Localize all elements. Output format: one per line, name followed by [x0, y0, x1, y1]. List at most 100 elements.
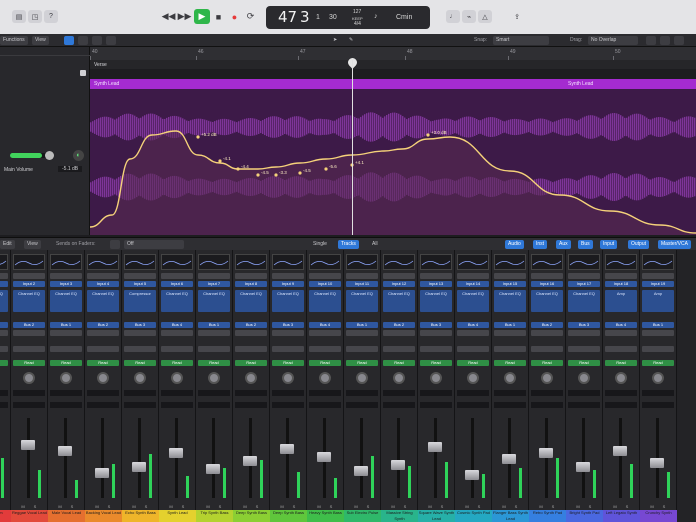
- automation-mode[interactable]: Read: [420, 360, 452, 366]
- channel-strip[interactable]: Input 3 Channel EQ Bus 1 Read M S Male Vocal L…: [48, 250, 85, 522]
- input-slot[interactable]: Input 19: [642, 281, 674, 287]
- eq-thumbnail[interactable]: [13, 254, 45, 270]
- waveform-zoom-icon[interactable]: [646, 36, 656, 45]
- share-icon[interactable]: ⇪: [510, 10, 524, 23]
- send-slot[interactable]: Bus 3: [420, 322, 452, 328]
- solo-button[interactable]: S: [68, 504, 76, 509]
- output-slot[interactable]: [87, 346, 119, 352]
- automation-mode[interactable]: Read: [50, 360, 82, 366]
- output-slot[interactable]: [13, 346, 45, 352]
- send-slot-empty[interactable]: [494, 330, 526, 336]
- solo-button[interactable]: S: [105, 504, 113, 509]
- marker-label[interactable]: Verse: [94, 62, 107, 68]
- send-slot[interactable]: Bus 1: [346, 322, 378, 328]
- channel-strip[interactable]: Input 5 Compressor Bus 3 Read M S Echo Synth B…: [122, 250, 159, 522]
- automation-point[interactable]: [426, 133, 430, 137]
- plugin-slot[interactable]: Channel EQ: [531, 290, 563, 312]
- grid-view-icon[interactable]: [660, 36, 670, 45]
- send-slot-empty[interactable]: [272, 330, 304, 336]
- pan-knob[interactable]: [430, 372, 442, 384]
- pan-knob[interactable]: [23, 372, 35, 384]
- pan-knob[interactable]: [393, 372, 405, 384]
- automation-point[interactable]: [274, 173, 278, 177]
- eq-thumbnail[interactable]: [0, 254, 8, 270]
- mute-button[interactable]: M: [56, 504, 64, 509]
- solo-button[interactable]: S: [660, 504, 668, 509]
- count-in-icon[interactable]: △: [478, 10, 492, 23]
- track-name[interactable]: Square Wave Synth Lead: [418, 510, 455, 522]
- mute-button[interactable]: M: [315, 504, 323, 509]
- solo-button[interactable]: S: [179, 504, 187, 509]
- eq-thumbnail[interactable]: [346, 254, 378, 270]
- plugin-slot[interactable]: Channel EQ: [161, 290, 193, 312]
- automation-mode[interactable]: Read: [309, 360, 341, 366]
- volume-fader[interactable]: [650, 458, 664, 468]
- send-slot[interactable]: Bus 1: [494, 322, 526, 328]
- track-name[interactable]: Deep Synth Bass: [270, 510, 307, 522]
- setting-slot[interactable]: [457, 273, 489, 279]
- solo-button[interactable]: S: [623, 504, 631, 509]
- pan-knob[interactable]: [282, 372, 294, 384]
- automation-point[interactable]: [218, 159, 222, 163]
- marker-lane[interactable]: Verse: [90, 60, 696, 69]
- output-slot[interactable]: [568, 346, 600, 352]
- send-slot-empty[interactable]: [383, 330, 415, 336]
- channel-strip[interactable]: Input 13 Channel EQ Bus 3 Read M S Square Wave…: [418, 250, 455, 522]
- solo-button[interactable]: S: [438, 504, 446, 509]
- mute-button[interactable]: M: [278, 504, 286, 509]
- send-slot[interactable]: Bus 3: [124, 322, 156, 328]
- send-slot[interactable]: Bus 3: [568, 322, 600, 328]
- setting-slot[interactable]: [420, 273, 452, 279]
- pan-knob[interactable]: [541, 372, 553, 384]
- track-name[interactable]: Left Legato Synth: [603, 510, 640, 522]
- input-slot[interactable]: Input 4: [87, 281, 119, 287]
- track-name[interactable]: Retro Synth Pad: [529, 510, 566, 522]
- input-slot[interactable]: Input 10: [309, 281, 341, 287]
- automation-mode[interactable]: Read: [87, 360, 119, 366]
- pan-knob[interactable]: [134, 372, 146, 384]
- mute-button[interactable]: M: [463, 504, 471, 509]
- send-slot-empty[interactable]: [13, 330, 45, 336]
- send-slot-empty[interactable]: [346, 330, 378, 336]
- input-slot[interactable]: Input 5: [124, 281, 156, 287]
- automation-point[interactable]: [298, 171, 302, 175]
- send-slot-empty[interactable]: [50, 330, 82, 336]
- plugin-slot[interactable]: Channel EQ: [457, 290, 489, 312]
- send-slot[interactable]: Bus 2: [235, 322, 267, 328]
- input-slot[interactable]: Input 12: [383, 281, 415, 287]
- volume-fader[interactable]: [502, 454, 516, 464]
- volume-fader[interactable]: [354, 466, 368, 476]
- eq-thumbnail[interactable]: [642, 254, 674, 270]
- input-slot[interactable]: Input 14: [457, 281, 489, 287]
- eq-thumbnail[interactable]: [383, 254, 415, 270]
- track-name[interactable]: Dance Tom: [0, 510, 11, 522]
- metronome-icon[interactable]: ♩: [446, 10, 460, 23]
- input-slot[interactable]: Input 9: [272, 281, 304, 287]
- tuner-icon[interactable]: ⌁: [462, 10, 476, 23]
- solo-button[interactable]: S: [364, 504, 372, 509]
- output-slot[interactable]: [457, 346, 489, 352]
- volume-fader[interactable]: [58, 446, 72, 456]
- send-slot[interactable]: Bus 2: [383, 322, 415, 328]
- filter-aux[interactable]: Aux: [556, 240, 571, 249]
- input-slot[interactable]: Input 13: [420, 281, 452, 287]
- input-slot[interactable]: Input 11: [346, 281, 378, 287]
- automation-point[interactable]: [324, 167, 328, 171]
- channel-strip[interactable]: Input 14 Channel EQ Bus 4 Read M S Cosmic Synt…: [455, 250, 492, 522]
- send-slot[interactable]: Bus 4: [605, 322, 637, 328]
- volume-fader[interactable]: [132, 462, 146, 472]
- cycle-icon[interactable]: ⟳: [244, 9, 257, 24]
- volume-fader[interactable]: [243, 456, 257, 466]
- solo-button[interactable]: S: [512, 504, 520, 509]
- input-slot[interactable]: Input 15: [494, 281, 526, 287]
- tracks-button[interactable]: Tracks: [338, 240, 359, 249]
- automation-mode[interactable]: Read: [457, 360, 489, 366]
- solo-button[interactable]: S: [586, 504, 594, 509]
- output-slot[interactable]: [346, 346, 378, 352]
- plugin-slot[interactable]: Compressor: [124, 290, 156, 312]
- plugin-slot[interactable]: Channel EQ: [383, 290, 415, 312]
- eq-thumbnail[interactable]: [235, 254, 267, 270]
- inspector-icon[interactable]: ◳: [28, 10, 42, 23]
- send-slot-empty[interactable]: [87, 330, 119, 336]
- eq-thumbnail[interactable]: [272, 254, 304, 270]
